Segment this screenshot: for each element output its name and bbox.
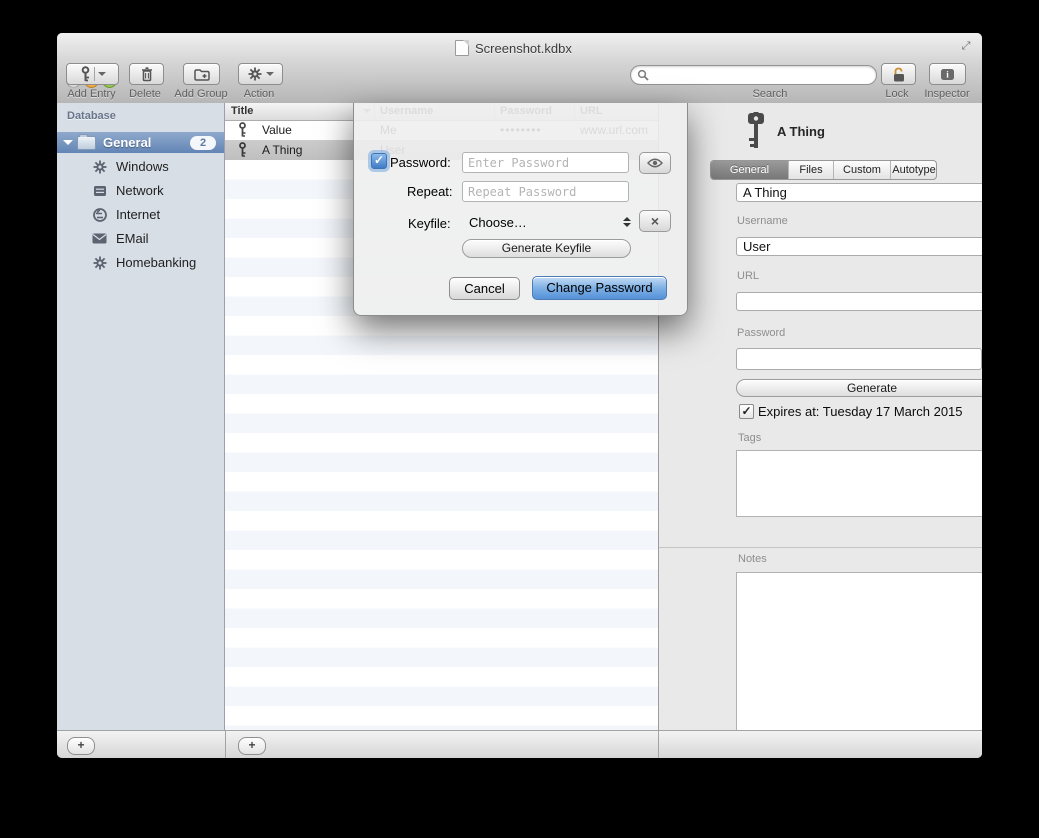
repeat-label: Repeat: bbox=[407, 184, 453, 199]
search-label: Search bbox=[725, 88, 815, 100]
change-password-sheet: ✓ Password: Repeat: Keyfile: Choose… × G… bbox=[353, 103, 688, 316]
column-header-title[interactable]: Title bbox=[231, 105, 253, 117]
folder-plus-icon bbox=[194, 68, 210, 81]
key-icon bbox=[238, 142, 247, 157]
password-label: Password: bbox=[390, 155, 451, 170]
tab-files[interactable]: Files bbox=[789, 161, 834, 179]
folder-icon bbox=[77, 136, 96, 150]
new-password-input[interactable] bbox=[462, 152, 629, 173]
disclosure-triangle-icon[interactable] bbox=[63, 140, 73, 150]
divider bbox=[659, 547, 982, 548]
toolbar: Screenshot.kdbx ⤢ Add Entry Delete Add G… bbox=[57, 33, 982, 104]
password-label: Password bbox=[737, 327, 785, 339]
sidebar-item-email[interactable]: EMail bbox=[57, 229, 224, 248]
globe-icon bbox=[92, 207, 107, 222]
screen: Screenshot.kdbx ⤢ Add Entry Delete Add G… bbox=[0, 0, 1039, 838]
keyfile-popup[interactable]: Choose… bbox=[469, 215, 527, 230]
add-group-label: Add Group bbox=[168, 88, 234, 100]
server-icon bbox=[92, 183, 107, 198]
password-field[interactable] bbox=[736, 348, 982, 370]
sidebar-item-network[interactable]: Network bbox=[57, 181, 224, 200]
count-badge: 2 bbox=[190, 136, 216, 150]
padlock-open-icon bbox=[892, 67, 906, 82]
close-icon: × bbox=[651, 213, 659, 229]
eye-icon bbox=[647, 158, 663, 168]
envelope-icon bbox=[92, 231, 107, 246]
add-entry-label: Add Entry bbox=[61, 88, 122, 100]
trash-icon bbox=[141, 67, 153, 82]
delete-button[interactable] bbox=[129, 63, 164, 85]
gear-icon bbox=[248, 67, 262, 81]
key-icon bbox=[80, 66, 91, 82]
lock-button[interactable] bbox=[881, 63, 916, 85]
keyfile-label: Keyfile: bbox=[408, 216, 451, 231]
search-input[interactable] bbox=[649, 67, 853, 83]
tab-general[interactable]: General bbox=[711, 161, 789, 179]
tags-field[interactable] bbox=[736, 450, 982, 517]
sidebar: Database General 2 Windows Network Inter… bbox=[57, 103, 225, 730]
sidebar-group-general[interactable]: General 2 bbox=[57, 132, 224, 153]
change-password-button[interactable]: Change Password bbox=[532, 276, 667, 300]
reveal-password-button[interactable] bbox=[639, 152, 671, 174]
fullscreen-icon[interactable]: ⤢ bbox=[957, 39, 975, 53]
generate-keyfile-button[interactable]: Generate Keyfile bbox=[462, 239, 631, 258]
key-icon bbox=[238, 122, 247, 137]
tags-label: Tags bbox=[738, 432, 761, 444]
username-label: Username bbox=[737, 215, 788, 227]
generate-password-button[interactable]: Generate bbox=[736, 379, 982, 397]
sidebar-item-windows[interactable]: Windows bbox=[57, 157, 224, 176]
add-group-button[interactable] bbox=[183, 63, 220, 85]
chevron-down-icon bbox=[266, 72, 274, 80]
search-field[interactable] bbox=[630, 65, 877, 85]
stepper-icon[interactable] bbox=[623, 213, 632, 229]
info-icon: i bbox=[940, 68, 955, 81]
action-button[interactable] bbox=[238, 63, 283, 85]
sidebar-section-header: Database bbox=[67, 110, 116, 122]
username-field[interactable] bbox=[736, 237, 982, 256]
add-entry-footer-button[interactable]: + bbox=[238, 737, 266, 755]
cancel-button[interactable]: Cancel bbox=[449, 277, 520, 300]
chevron-down-icon bbox=[98, 72, 106, 80]
window-title: Screenshot.kdbx bbox=[455, 40, 572, 56]
title-field[interactable] bbox=[736, 183, 982, 202]
document-icon bbox=[455, 40, 469, 56]
tab-autotype[interactable]: Autotype bbox=[891, 161, 937, 179]
notes-label: Notes bbox=[738, 553, 767, 565]
search-icon bbox=[637, 69, 649, 81]
sidebar-item-internet[interactable]: Internet bbox=[57, 205, 224, 224]
key-icon bbox=[744, 112, 768, 149]
sidebar-group-label: General bbox=[103, 135, 190, 150]
url-field[interactable] bbox=[736, 292, 982, 311]
inspector-button[interactable]: i bbox=[929, 63, 966, 85]
tab-custom[interactable]: Custom bbox=[834, 161, 891, 179]
url-label: URL bbox=[737, 270, 759, 282]
entry-list-footer: + bbox=[225, 730, 658, 758]
inspector-footer bbox=[658, 730, 982, 758]
delete-label: Delete bbox=[120, 88, 170, 100]
clear-keyfile-button[interactable]: × bbox=[639, 210, 671, 232]
sidebar-item-homebanking[interactable]: Homebanking bbox=[57, 253, 224, 272]
gear-icon bbox=[92, 255, 107, 270]
app-window: Screenshot.kdbx ⤢ Add Entry Delete Add G… bbox=[57, 33, 982, 758]
sidebar-footer: + bbox=[57, 730, 225, 758]
action-label: Action bbox=[234, 88, 284, 100]
gear-icon bbox=[92, 159, 107, 174]
inspector-label: Inspector bbox=[914, 88, 980, 100]
expires-label: Expires at: Tuesday 17 March 2015 bbox=[758, 404, 963, 419]
add-group-footer-button[interactable]: + bbox=[67, 737, 95, 755]
inspector-panel: A Thing General Files Custom Autotype Us… bbox=[658, 103, 982, 730]
expires-checkbox[interactable]: ✓ bbox=[739, 404, 754, 419]
repeat-password-input[interactable] bbox=[462, 181, 629, 202]
inspector-entry-title: A Thing bbox=[777, 124, 825, 139]
password-enabled-checkbox[interactable]: ✓ bbox=[371, 153, 387, 169]
add-entry-button[interactable] bbox=[66, 63, 119, 85]
inspector-tabs: General Files Custom Autotype bbox=[710, 160, 937, 180]
